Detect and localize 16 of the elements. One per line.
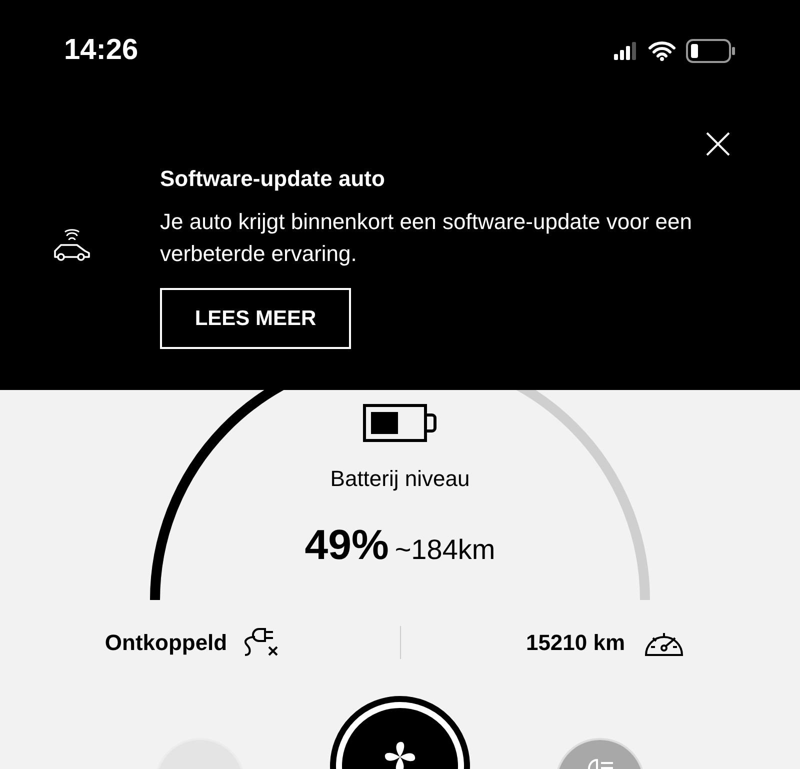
- battery-status-icon: [686, 39, 736, 63]
- battery-icon: [363, 404, 437, 442]
- battery-percent: 49%: [304, 520, 389, 570]
- charging-status: Ontkoppeld: [104, 628, 228, 657]
- banner-title: Software-update auto: [160, 165, 385, 193]
- read-more-button[interactable]: LEES MEER: [160, 288, 351, 349]
- signal-icon: [614, 42, 638, 60]
- status-time: 14:26: [64, 33, 138, 68]
- battery-label: Batterij niveau: [330, 465, 470, 493]
- wifi-icon: [648, 41, 676, 61]
- car-signal-icon: [53, 229, 91, 263]
- odometer-reading: 15210 km: [526, 628, 626, 656]
- close-icon[interactable]: [705, 131, 731, 157]
- banner-message: Je auto krijgt binnenkort een software-update voor een verbeterde ervaring.: [160, 208, 693, 268]
- fan-icon: [383, 740, 417, 769]
- battery-range: ~184km: [394, 533, 496, 567]
